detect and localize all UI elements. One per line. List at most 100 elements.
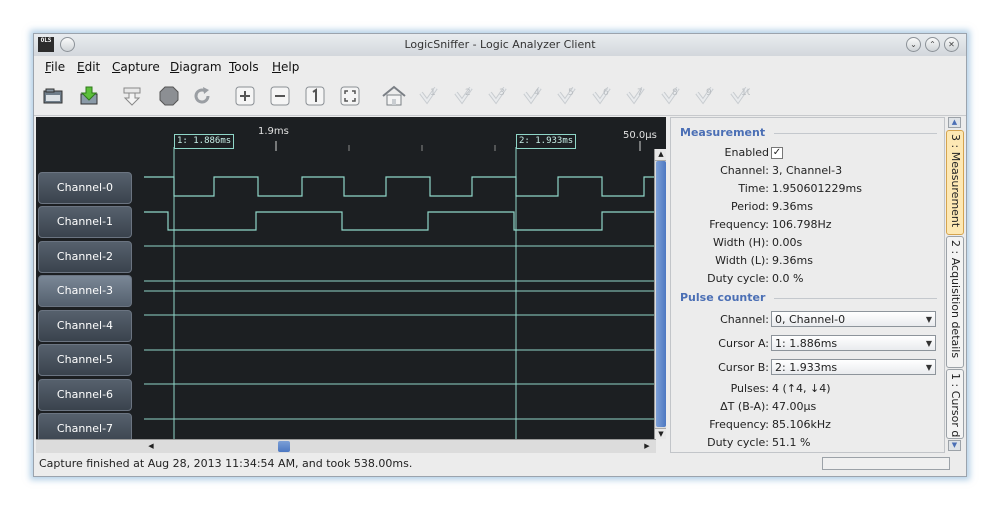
tab-scroll-down-icon[interactable]: ▼ — [948, 440, 961, 451]
dropdown-arrow-icon: ▼ — [925, 315, 932, 324]
zoom-original-icon[interactable] — [304, 85, 326, 107]
measure-value: 106.798Hz — [772, 218, 832, 231]
channel-label-2[interactable]: Channel-2 — [38, 241, 132, 273]
pulse-label: ΔT (B-A): — [720, 400, 769, 413]
goto-cursor-4-icon[interactable]: 4 — [521, 85, 543, 107]
horizontal-scrollbar[interactable]: ◀ ▶ — [36, 439, 656, 453]
goto-cursor-6-icon[interactable]: 6 — [590, 85, 612, 107]
channel-label-6[interactable]: Channel-6 — [38, 379, 132, 411]
pulse-channel-select[interactable]: 0, Channel-0 ▼ — [771, 311, 936, 327]
menu-help[interactable]: Help — [272, 60, 299, 74]
dropdown-arrow-icon: ▼ — [925, 339, 932, 348]
goto-cursor-9-icon[interactable]: 9 — [693, 85, 715, 107]
goto-cursor-2-icon[interactable]: 2 — [452, 85, 474, 107]
cursor-a-label: Cursor A: — [718, 337, 769, 350]
menu-tools[interactable]: Tools — [229, 60, 259, 74]
maximize-button[interactable]: ⌃ — [925, 37, 940, 52]
zoom-in-icon[interactable] — [234, 85, 256, 107]
channel-label-4[interactable]: Channel-4 — [38, 310, 132, 342]
vertical-scroll-thumb[interactable] — [656, 161, 666, 427]
channel-label-1[interactable]: Channel-1 — [38, 206, 132, 238]
scroll-up-arrow-icon[interactable]: ▲ — [655, 149, 666, 161]
home-icon[interactable] — [381, 85, 407, 107]
zoom-fit-icon[interactable] — [339, 85, 361, 107]
svg-text:9: 9 — [706, 88, 712, 98]
pulse-counter-section-title: Pulse counter — [680, 291, 766, 304]
goto-cursor-3-icon[interactable]: 3 — [486, 85, 508, 107]
open-file-icon[interactable] — [42, 85, 64, 107]
measure-label: Width (L): — [715, 254, 769, 267]
section-divider — [774, 298, 937, 299]
measure-value: 3, Channel-3 — [772, 164, 843, 177]
menu-bar: File Edit Capture Diagram Tools Help — [34, 56, 966, 77]
horizontal-scroll-thumb[interactable] — [278, 441, 290, 452]
channel-label-0[interactable]: Channel-0 — [38, 172, 132, 204]
channel-label-7[interactable]: Channel-7 — [38, 413, 132, 439]
goto-cursor-8-icon[interactable]: 8 — [659, 85, 681, 107]
toolbar: 1 2 3 4 5 6 7 8 9 10 — [34, 77, 966, 116]
measure-value: 0.00s — [772, 236, 803, 249]
pulse-value: 51.1 % — [772, 436, 811, 449]
side-tab-strip: ▲ 3 : Measurement 2 : Acquisition detail… — [945, 117, 964, 451]
close-button[interactable]: ✕ — [944, 37, 959, 52]
menu-edit[interactable]: Edit — [77, 60, 100, 74]
pulse-label: Pulses: — [730, 382, 769, 395]
pulse-value: 85.106kHz — [772, 418, 831, 431]
measure-label: Frequency: — [709, 218, 769, 231]
cursor-b-select[interactable]: 2: 1.933ms ▼ — [771, 359, 936, 375]
goto-cursor-5-icon[interactable]: 5 — [555, 85, 577, 107]
measure-label: Width (H): — [712, 236, 769, 249]
scroll-down-arrow-icon[interactable]: ▼ — [655, 428, 666, 439]
scroll-right-arrow-icon[interactable]: ▶ — [642, 440, 652, 453]
svg-text:4: 4 — [534, 88, 540, 98]
repeat-capture-icon[interactable] — [191, 85, 213, 107]
tab-acquisition-details[interactable]: 2 : Acquisition details — [946, 236, 964, 368]
channel-1-waveform — [144, 211, 654, 231]
svg-text:1: 1 — [430, 88, 436, 98]
measure-label: Period: — [730, 200, 769, 213]
capture-icon[interactable] — [121, 85, 143, 107]
measure-label: Duty cycle: — [707, 272, 769, 285]
svg-text:7: 7 — [637, 88, 643, 98]
minimize-button[interactable]: ⌄ — [906, 37, 921, 52]
zoom-out-icon[interactable] — [269, 85, 291, 107]
window-title: LogicSniffer - Logic Analyzer Client — [404, 38, 596, 51]
measurement-section-title: Measurement — [680, 126, 766, 139]
signal-diagram[interactable]: 1.9ms 50.0µs 1: 1.886ms 2: 1.933ms Chann… — [36, 117, 666, 439]
tab-cursor-details[interactable]: 1 : Cursor d — [946, 369, 964, 439]
tab-scroll-up-icon[interactable]: ▲ — [948, 117, 961, 128]
goto-cursor-1-icon[interactable]: 1 — [417, 85, 439, 107]
menu-diagram[interactable]: Diagram — [170, 60, 222, 74]
measurement-panel: Measurement Enabled ✓ Channel: 3, Channe… — [670, 117, 945, 453]
menu-file[interactable]: File — [45, 60, 65, 74]
cursor-b-label: Cursor B: — [718, 361, 769, 374]
pulse-label: Frequency: — [709, 418, 769, 431]
measure-value: 9.36ms — [772, 254, 813, 267]
dropdown-arrow-icon: ▼ — [925, 363, 932, 372]
measure-value: 1.950601229ms — [772, 182, 862, 195]
measure-value: 0.0 % — [772, 272, 804, 285]
stop-icon[interactable] — [158, 85, 180, 107]
scroll-left-arrow-icon[interactable]: ◀ — [146, 440, 156, 453]
measure-label: Channel: — [720, 164, 769, 177]
goto-cursor-10-icon[interactable]: 10 — [728, 85, 750, 107]
channel-label-3[interactable]: Channel-3 — [38, 275, 132, 307]
app-window: OLS LogicSniffer - Logic Analyzer Client… — [33, 33, 967, 477]
menu-capture[interactable]: Capture — [112, 60, 160, 74]
channel-label-5[interactable]: Channel-5 — [38, 344, 132, 376]
pulse-value: 47.00µs — [772, 400, 817, 413]
tab-measurement[interactable]: 3 : Measurement — [946, 130, 964, 235]
vertical-scrollbar[interactable]: ▲ ▼ — [654, 149, 666, 439]
measure-value: 9.36ms — [772, 200, 813, 213]
svg-text:5: 5 — [568, 88, 574, 98]
svg-text:2: 2 — [465, 88, 471, 98]
enabled-label: Enabled — [724, 146, 769, 159]
cursor-a-select[interactable]: 1: 1.886ms ▼ — [771, 335, 936, 351]
goto-cursor-7-icon[interactable]: 7 — [624, 85, 646, 107]
progress-bar — [822, 457, 950, 470]
svg-text:3: 3 — [499, 88, 505, 98]
enabled-checkbox[interactable]: ✓ — [771, 147, 783, 159]
measure-label: Time: — [738, 182, 769, 195]
save-file-icon[interactable] — [78, 85, 100, 107]
section-divider — [774, 133, 937, 134]
